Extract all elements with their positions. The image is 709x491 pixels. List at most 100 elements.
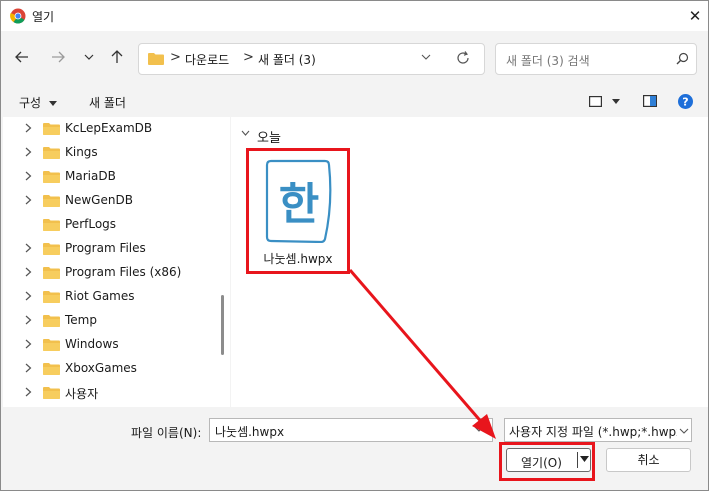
- filename-field[interactable]: 나눗셈.hwpx: [209, 418, 493, 442]
- file-name: 나눗셈.hwpx: [263, 252, 333, 266]
- folder-icon: [43, 338, 60, 354]
- arrow-left-icon[interactable]: [11, 45, 33, 69]
- breadcrumb-separator: >: [243, 50, 254, 65]
- open-button[interactable]: 열기(O): [506, 448, 591, 472]
- search-input[interactable]: 새 폴더 (3) 검색: [495, 43, 697, 75]
- filename-value[interactable]: 나눗셈.hwpx: [215, 423, 284, 440]
- tree-item[interactable]: Temp: [3, 309, 213, 331]
- navigation-bar: > 다운로드 > 새 폴더 (3) 새 폴더 (3) 검색: [1, 31, 708, 85]
- chevron-right-icon[interactable]: [25, 314, 32, 328]
- tree-item-label: Temp: [65, 313, 97, 327]
- chrome-icon: [10, 8, 26, 24]
- refresh-icon[interactable]: [455, 50, 471, 66]
- tree-item-label: 사용자: [65, 387, 99, 401]
- breadcrumb-separator: >: [170, 50, 181, 65]
- search-icon[interactable]: [676, 52, 689, 65]
- split-divider: [577, 452, 578, 468]
- navigation-tree: KcLepExamDB Kings MariaDB NewGenDB PerfLogs P…: [3, 117, 215, 407]
- tree-item[interactable]: PerfLogs: [3, 213, 213, 235]
- tree-item[interactable]: XboxGames: [3, 357, 213, 379]
- folder-icon: [43, 122, 60, 138]
- organize-button[interactable]: 구성: [19, 94, 57, 111]
- chevron-right-icon[interactable]: [25, 122, 32, 136]
- caret-down-icon[interactable]: [580, 456, 589, 462]
- hwp-glyph: 한: [279, 179, 319, 230]
- tree-item-label: Program Files (x86): [65, 265, 182, 279]
- tree-item-label: XboxGames: [65, 361, 137, 375]
- folder-icon: [43, 314, 60, 330]
- tree-scrollbar-thumb[interactable]: [221, 295, 224, 355]
- chevron-right-icon[interactable]: [25, 362, 32, 376]
- address-bar[interactable]: > 다운로드 > 새 폴더 (3): [138, 43, 485, 75]
- tree-item[interactable]: Kings: [3, 141, 213, 163]
- chevron-right-icon[interactable]: [25, 290, 32, 304]
- folder-icon: [43, 170, 60, 186]
- folder-icon: [43, 242, 60, 258]
- tree-item-label: PerfLogs: [65, 217, 117, 231]
- chevron-right-icon[interactable]: [25, 146, 32, 160]
- chevron-right-icon[interactable]: [25, 338, 32, 352]
- tree-item-label: Program Files: [65, 241, 146, 255]
- tree-item[interactable]: Riot Games: [3, 285, 213, 307]
- chevron-right-icon[interactable]: [25, 386, 32, 400]
- tree-item[interactable]: KcLepExamDB: [3, 117, 213, 139]
- file-type-select[interactable]: 사용자 지정 파일 (*.hwp;*.hwpx: [504, 418, 692, 442]
- arrow-up-icon[interactable]: [106, 45, 128, 69]
- folder-icon: [43, 386, 60, 402]
- tree-item-label: Windows: [65, 337, 119, 351]
- help-icon[interactable]: ?: [678, 94, 693, 109]
- chevron-down-icon[interactable]: [677, 424, 691, 438]
- chevron-down-icon[interactable]: [474, 424, 484, 434]
- chevron-right-icon[interactable]: [25, 194, 32, 208]
- folder-icon: [43, 362, 60, 378]
- tree-item-label: KcLepExamDB: [65, 121, 153, 135]
- folder-icon: [43, 290, 60, 306]
- file-list: 오늘 한 나눗셈.hwpx: [231, 117, 708, 407]
- arrow-right-icon[interactable]: [47, 45, 69, 69]
- tree-scrollbar[interactable]: [215, 117, 230, 407]
- breadcrumb-new-folder-3[interactable]: 새 폴더 (3): [258, 51, 316, 68]
- cancel-button[interactable]: 취소: [606, 448, 691, 472]
- dialog-footer: 파일 이름(N): 나눗셈.hwpx 사용자 지정 파일 (*.hwp;*.hw…: [1, 407, 708, 490]
- tree-item[interactable]: MariaDB: [3, 165, 213, 187]
- chevron-right-icon[interactable]: [25, 266, 32, 280]
- hwp-file-icon: 한: [265, 159, 332, 243]
- file-item[interactable]: 한 나눗셈.hwpx: [246, 148, 350, 274]
- chevron-down-icon[interactable]: [78, 45, 100, 69]
- open-file-dialog: 열기 ✕ > 다운로드 > 새 폴더 (3) 새 폴더 (3) 검색 구성 새 …: [0, 0, 709, 491]
- tree-item[interactable]: 사용자: [3, 381, 213, 403]
- breadcrumb-downloads[interactable]: 다운로드: [185, 51, 229, 68]
- folder-icon: [43, 146, 60, 162]
- svg-text:?: ?: [682, 96, 688, 109]
- open-button-label: 열기(O): [521, 456, 562, 470]
- chevron-down-icon[interactable]: [241, 130, 250, 136]
- file-type-value: 사용자 지정 파일 (*.hwp;*.hwpx: [509, 425, 684, 439]
- title-bar: 열기 ✕: [1, 1, 708, 31]
- tree-item[interactable]: Program Files (x86): [3, 261, 213, 283]
- view-icon[interactable]: [589, 96, 602, 107]
- chevron-down-icon[interactable]: [421, 52, 431, 62]
- filename-label: 파일 이름(N):: [131, 426, 202, 440]
- folder-icon: [148, 53, 164, 65]
- new-folder-button[interactable]: 새 폴더: [89, 94, 126, 111]
- tree-item[interactable]: Program Files: [3, 237, 213, 259]
- tree-item-label: NewGenDB: [65, 193, 133, 207]
- view-options-caret-icon[interactable]: [612, 99, 620, 104]
- caret-down-icon: [48, 101, 57, 106]
- tree-item[interactable]: NewGenDB: [3, 189, 213, 211]
- window-title: 열기: [32, 10, 55, 24]
- tree-item-label: Kings: [65, 145, 98, 159]
- preview-pane-icon[interactable]: [643, 95, 657, 107]
- close-icon[interactable]: ✕: [684, 5, 706, 27]
- group-header-today[interactable]: 오늘: [257, 127, 281, 146]
- chevron-right-icon[interactable]: [25, 170, 32, 184]
- folder-icon: [43, 218, 60, 234]
- tree-item-label: Riot Games: [65, 289, 135, 303]
- folder-icon: [43, 266, 60, 282]
- chevron-right-icon[interactable]: [25, 242, 32, 256]
- tree-item-label: MariaDB: [65, 169, 116, 183]
- command-bar: 구성 새 폴더 ?: [1, 85, 708, 117]
- tree-item[interactable]: Windows: [3, 333, 213, 355]
- search-placeholder: 새 폴더 (3) 검색: [506, 54, 590, 68]
- folder-icon: [43, 194, 60, 210]
